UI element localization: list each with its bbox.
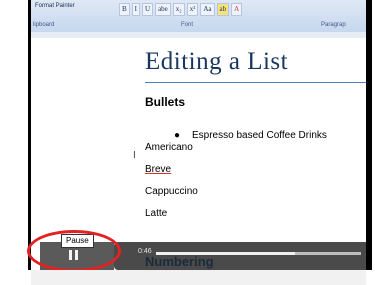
font-group-label: Font [181,22,194,28]
underline-button[interactable]: U [142,3,154,16]
list-item-breve: Breve [145,164,172,175]
list-item-latte: Latte [145,208,168,219]
italic-button[interactable]: I [131,3,141,16]
format-painter-button[interactable]: Format Painter [35,3,75,9]
bottom-bar [31,270,366,285]
subscript-button[interactable]: x₂ [172,3,185,16]
bullets-heading: Bullets [145,95,186,109]
text-cursor-icon: I [133,150,136,161]
title-underline [145,82,366,83]
strikethrough-button[interactable]: abe [155,3,171,16]
list-item-americano: Americano [145,142,193,153]
clipboard-group-label: lipboard [33,22,55,28]
slide-title: Editing a List [145,48,289,75]
annotation-circle [27,230,121,272]
change-case-button[interactable]: Aa [200,3,215,16]
highlight-button[interactable]: ab [216,3,230,16]
font-format-buttons: B I U abe x₂ x² Aa ab A [119,3,243,16]
bullet-item: Espresso based Coffee Drinks [192,130,327,141]
bold-button[interactable]: B [119,3,130,16]
font-color-button[interactable]: A [231,3,243,16]
list-item-cappuccino: Cappuccino [145,186,198,197]
bullet-dot-icon: ● [174,130,181,141]
paragraph-group-label: Paragrap [321,22,346,28]
numbering-heading: Numbering [145,254,214,269]
superscript-button[interactable]: x² [186,3,199,16]
word-ribbon: Format Painter lipboard B I U abe x₂ x² … [31,0,366,33]
